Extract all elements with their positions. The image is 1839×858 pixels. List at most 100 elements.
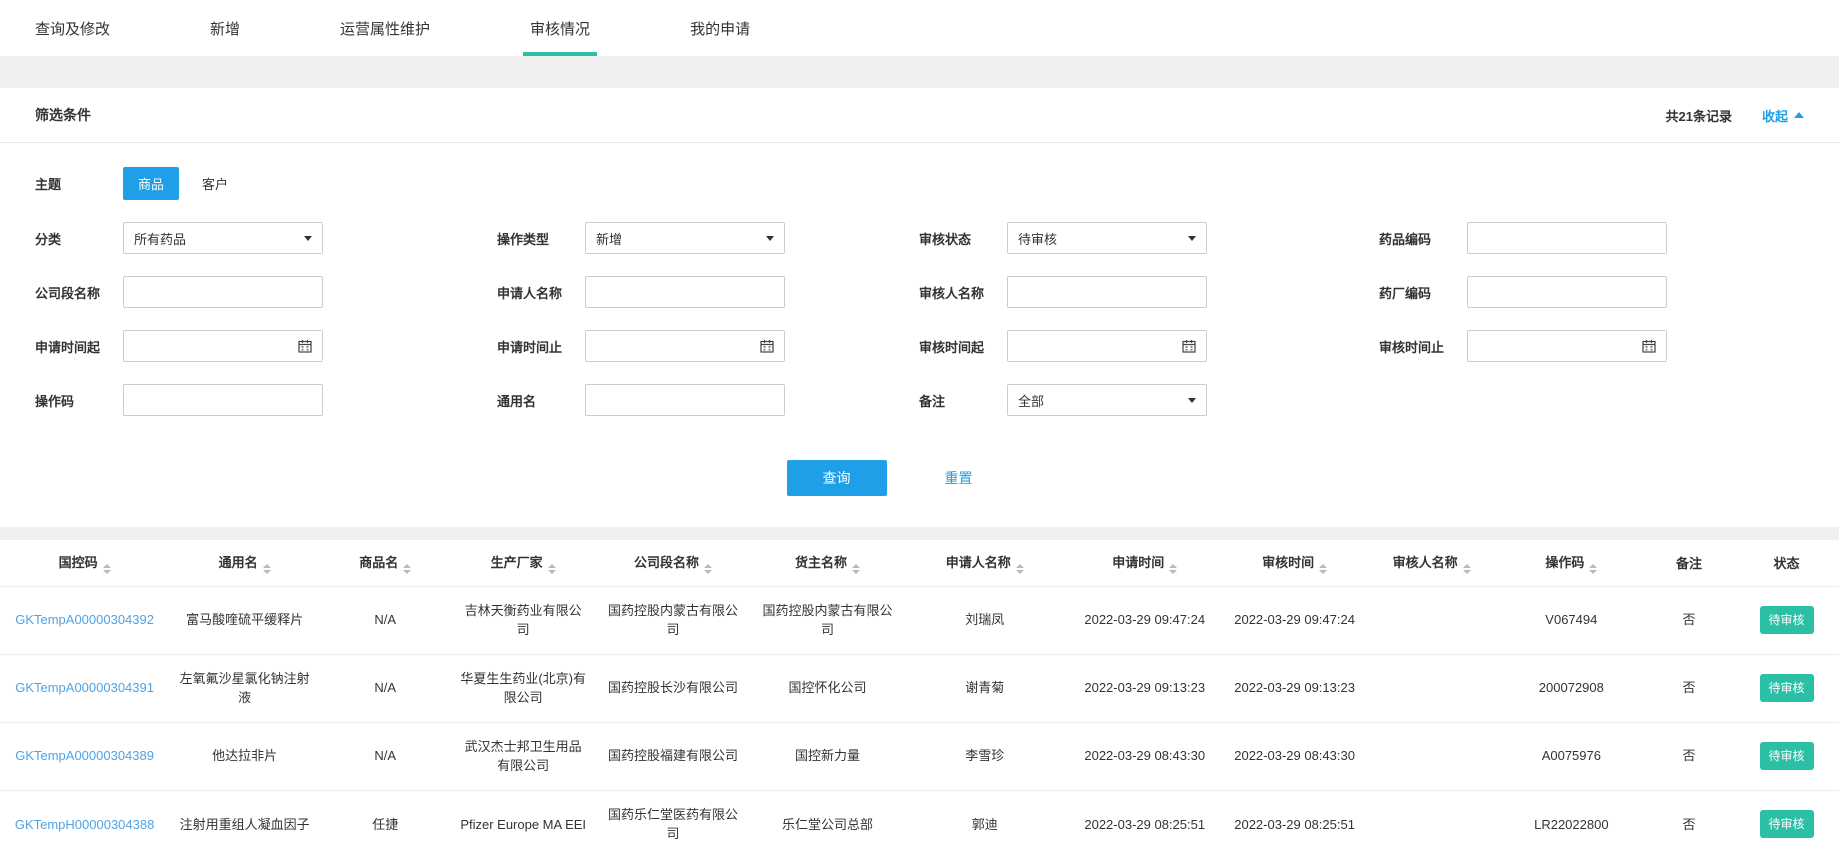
sort-icon	[704, 564, 712, 574]
filter-select[interactable]: 全部	[1007, 384, 1207, 416]
filter-label: 审核状态	[919, 229, 1007, 248]
table-cell: 刘瑞凤	[905, 586, 1065, 654]
tab-5[interactable]: 我的申请	[690, 0, 750, 56]
table-row: GKTempA00000304391左氧氟沙星氯化钠注射液N/A华夏生生药业(北…	[0, 654, 1839, 722]
filter-field: 备注全部	[919, 384, 1379, 416]
filter-input[interactable]	[1007, 276, 1207, 308]
gk-code-link[interactable]: GKTempH00000304388	[15, 817, 155, 832]
filter-label: 备注	[919, 391, 1007, 410]
select-value: 待审核	[1018, 229, 1057, 248]
table-cell: 左氧氟沙星氯化钠注射液	[169, 654, 320, 722]
column-label: 商品名	[359, 555, 398, 570]
table-cell: 否	[1644, 586, 1734, 654]
collapse-button[interactable]: 收起	[1762, 106, 1804, 125]
column-header: 备注	[1644, 540, 1734, 586]
filter-select[interactable]: 新增	[585, 222, 785, 254]
tab-bar: 查询及修改 新增 运营属性维护 审核情况 我的申请	[0, 0, 1839, 57]
chevron-down-icon	[304, 236, 312, 241]
tab-2[interactable]: 新增	[210, 0, 240, 56]
gk-code-link[interactable]: GKTempA00000304392	[15, 612, 154, 627]
gk-code-link[interactable]: GKTempA00000304391	[15, 680, 154, 695]
table-cell: 国控新力量	[750, 722, 904, 790]
filter-input[interactable]	[1467, 276, 1667, 308]
filter-field: 审核时间止	[1379, 330, 1804, 362]
table-cell: N/A	[320, 654, 451, 722]
sort-icon	[1319, 564, 1327, 574]
filter-field: 审核时间起	[919, 330, 1379, 362]
column-header[interactable]: 审核人名称	[1364, 540, 1498, 586]
filter-panel: 筛选条件 共21条记录 收起 主题 商品客户 分类所有药品操作类型新增审核状态待…	[0, 88, 1839, 527]
sort-icon	[1016, 564, 1024, 574]
date-input[interactable]	[1467, 330, 1667, 362]
date-input[interactable]	[585, 330, 785, 362]
tab-3[interactable]: 运营属性维护	[340, 0, 430, 56]
column-header[interactable]: 审核时间	[1225, 540, 1365, 586]
table-cell: 2022-03-29 08:43:30	[1065, 722, 1225, 790]
table-cell	[1364, 586, 1498, 654]
filter-header: 筛选条件 共21条记录 收起	[0, 88, 1839, 143]
sort-icon	[103, 564, 111, 574]
table-cell: V067494	[1499, 586, 1644, 654]
tab-4[interactable]: 审核情况	[530, 0, 590, 56]
table-row: GKTempA00000304389他达拉非片N/A武汉杰士邦卫生用品有限公司国…	[0, 722, 1839, 790]
topic-option[interactable]: 商品	[123, 167, 179, 200]
filter-input[interactable]	[585, 384, 785, 416]
column-header[interactable]: 申请人名称	[905, 540, 1065, 586]
table-cell: 否	[1644, 790, 1734, 858]
record-count: 共21条记录	[1666, 106, 1732, 125]
table-cell: 2022-03-29 09:13:23	[1225, 654, 1365, 722]
column-header[interactable]: 申请时间	[1065, 540, 1225, 586]
column-label: 审核人名称	[1393, 555, 1458, 570]
filter-input[interactable]	[1467, 222, 1667, 254]
filter-input[interactable]	[585, 276, 785, 308]
filter-label: 操作码	[35, 391, 123, 410]
topic-label: 主题	[35, 174, 123, 193]
status-cell: 待审核	[1734, 654, 1839, 722]
filter-field: 审核人名称	[919, 276, 1379, 308]
filter-input[interactable]	[123, 276, 323, 308]
status-badge: 待审核	[1760, 606, 1814, 634]
table-cell: GKTempH00000304388	[0, 790, 169, 858]
query-button[interactable]: 查询	[787, 460, 887, 496]
column-header[interactable]: 货主名称	[750, 540, 904, 586]
results-table-panel: 国控码 通用名 商品名 生产厂家 公司段名称 货主名称申请人名称申请时间审核时间 审核人名称…	[0, 540, 1839, 858]
chevron-down-icon	[1188, 236, 1196, 241]
table-cell: 李雪珍	[905, 722, 1065, 790]
table-cell: N/A	[320, 586, 451, 654]
chevron-down-icon	[766, 236, 774, 241]
topic-option[interactable]: 客户	[187, 167, 243, 200]
column-header[interactable]: 生产厂家	[451, 540, 596, 586]
column-header[interactable]: 通用名	[169, 540, 320, 586]
column-header[interactable]: 国控码	[0, 540, 169, 586]
filter-select[interactable]: 所有药品	[123, 222, 323, 254]
column-header[interactable]: 操作码	[1499, 540, 1644, 586]
reset-link[interactable]: 重置	[945, 468, 973, 488]
tab-1[interactable]: 查询及修改	[35, 0, 110, 56]
filter-input[interactable]	[123, 384, 323, 416]
date-input[interactable]	[1007, 330, 1207, 362]
filter-select[interactable]: 待审核	[1007, 222, 1207, 254]
column-label: 操作码	[1545, 555, 1584, 570]
column-label: 备注	[1676, 556, 1702, 571]
select-value: 新增	[596, 229, 622, 248]
table-cell: 任捷	[320, 790, 451, 858]
table-cell: 否	[1644, 722, 1734, 790]
gk-code-link[interactable]: GKTempA00000304389	[15, 748, 154, 763]
column-label: 国控码	[59, 555, 98, 570]
table-cell: 国药控股福建有限公司	[596, 722, 750, 790]
date-input[interactable]	[123, 330, 323, 362]
column-header[interactable]: 商品名	[320, 540, 451, 586]
filter-field: 药品编码	[1379, 222, 1804, 254]
status-badge: 待审核	[1760, 674, 1814, 702]
filter-field: 操作类型新增	[497, 222, 919, 254]
table-cell	[1364, 654, 1498, 722]
calendar-icon	[760, 339, 774, 353]
filter-label: 申请时间起	[35, 337, 123, 356]
table-body: GKTempA00000304392富马酸喹硫平缓释片N/A吉林天衡药业有限公司…	[0, 586, 1839, 858]
table-cell: 否	[1644, 654, 1734, 722]
column-header[interactable]: 公司段名称	[596, 540, 750, 586]
column-header: 状态	[1734, 540, 1839, 586]
select-value: 全部	[1018, 391, 1044, 410]
table-cell: 富马酸喹硫平缓释片	[169, 586, 320, 654]
column-label: 公司段名称	[634, 555, 699, 570]
